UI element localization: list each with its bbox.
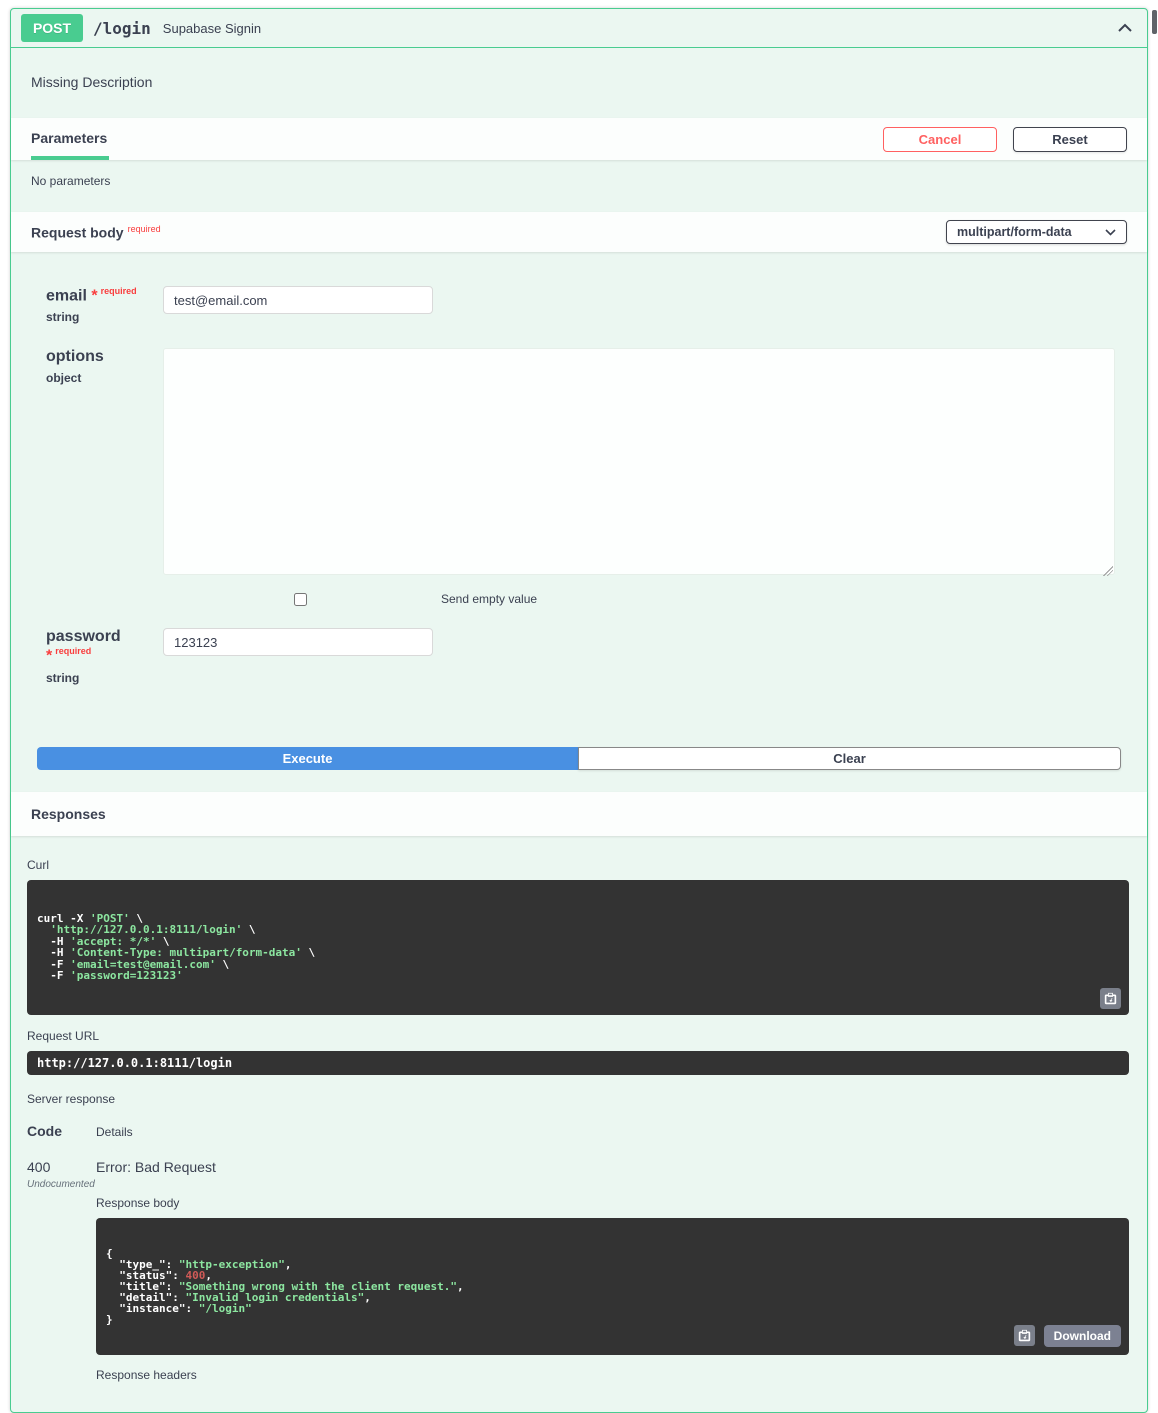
collapse-chevron-up-icon[interactable] bbox=[1117, 22, 1133, 34]
request-url-label: Request URL bbox=[27, 1028, 100, 1043]
password-required-tag: required bbox=[55, 646, 92, 657]
responses-title: Responses bbox=[31, 805, 106, 822]
response-body-label: Response body bbox=[96, 1195, 180, 1210]
server-response-label: Server response bbox=[27, 1091, 116, 1106]
clear-button[interactable]: Clear bbox=[578, 746, 1121, 770]
content-type-value: multipart/form-data bbox=[957, 225, 1072, 239]
options-object-textarea[interactable] bbox=[163, 348, 1115, 576]
error-description: Error: Bad Request bbox=[96, 1158, 216, 1175]
password-field-type: string bbox=[46, 670, 80, 685]
content-type-select[interactable]: multipart/form-data bbox=[946, 220, 1127, 244]
curl-label: Curl bbox=[27, 857, 50, 872]
cancel-button[interactable]: Cancel bbox=[883, 126, 997, 152]
parameters-section-header: Parameters Cancel Reset bbox=[11, 118, 1147, 160]
password-field-label: password * required string bbox=[46, 628, 163, 684]
email-field-label: email * required string bbox=[46, 286, 163, 324]
chevron-down-icon bbox=[1105, 228, 1116, 236]
responses-section-header: Responses bbox=[11, 791, 1147, 836]
endpoint-path: /login bbox=[93, 18, 151, 38]
response-table-header: Code Details bbox=[27, 1123, 1129, 1139]
email-field-type: string bbox=[46, 310, 80, 325]
parameters-tab[interactable]: Parameters bbox=[31, 118, 110, 160]
status-code: 400 bbox=[27, 1158, 51, 1175]
response-row-400: 400 Undocumented Error: Bad Request Resp… bbox=[27, 1159, 1129, 1382]
operation-block-post-login: POST /login Supabase Signin Missing Desc… bbox=[10, 8, 1148, 1413]
operation-missing-description: Missing Description bbox=[31, 74, 153, 90]
options-field-label: options object bbox=[46, 348, 163, 580]
send-empty-value-checkbox[interactable] bbox=[294, 592, 307, 606]
code-column-header: Code bbox=[27, 1122, 62, 1139]
email-field-row: email * required string bbox=[46, 286, 1115, 324]
send-empty-value-label: Send empty value bbox=[441, 592, 538, 607]
email-input[interactable] bbox=[163, 286, 433, 314]
textarea-resize-handle[interactable] bbox=[1103, 566, 1113, 577]
request-body-form: email *required string options object bbox=[11, 252, 1147, 685]
copy-response-button[interactable] bbox=[1013, 1325, 1035, 1347]
send-empty-value-row: Send empty value bbox=[46, 580, 1115, 606]
download-button[interactable]: Download bbox=[1043, 1324, 1121, 1347]
password-input[interactable] bbox=[163, 628, 433, 657]
no-parameters-text: No parameters bbox=[31, 174, 111, 188]
request-body-section-header: Request body required multipart/form-data bbox=[11, 212, 1147, 252]
responses-content: Curl curl -X 'POST' \ 'http://127.0.0.1:… bbox=[11, 836, 1147, 1382]
endpoint-description: Supabase Signin bbox=[162, 20, 262, 36]
execute-button[interactable]: Execute bbox=[37, 746, 578, 770]
curl-command-block: curl -X 'POST' \ 'http://127.0.0.1:8111/… bbox=[27, 879, 1129, 1015]
copy-to-clipboard-button[interactable] bbox=[1100, 987, 1121, 1009]
options-field-type: object bbox=[46, 371, 82, 386]
reset-button[interactable]: Reset bbox=[1013, 126, 1127, 152]
options-field-row: options object bbox=[46, 348, 1115, 580]
operation-summary[interactable]: POST /login Supabase Signin bbox=[11, 9, 1147, 48]
email-required-tag: required bbox=[100, 286, 137, 296]
request-url-value: http://127.0.0.1:8111/login bbox=[27, 1050, 1129, 1075]
scrollbar-thumb[interactable] bbox=[1152, 10, 1157, 34]
password-field-row: password * required string bbox=[46, 628, 1115, 685]
required-asterisk: * bbox=[46, 647, 53, 665]
response-headers-label: Response headers bbox=[96, 1367, 197, 1382]
undocumented-tag: Undocumented bbox=[27, 1178, 95, 1190]
request-body-required-tag: required bbox=[127, 223, 161, 234]
method-badge: POST bbox=[21, 14, 83, 42]
required-asterisk: * bbox=[91, 287, 98, 305]
request-body-title: Request body required bbox=[31, 223, 161, 241]
details-column-header: Details bbox=[96, 1124, 133, 1139]
response-body-block: { "type_": "http-exception", "status": 4… bbox=[96, 1217, 1129, 1355]
execute-clear-row: Execute Clear bbox=[37, 746, 1121, 770]
